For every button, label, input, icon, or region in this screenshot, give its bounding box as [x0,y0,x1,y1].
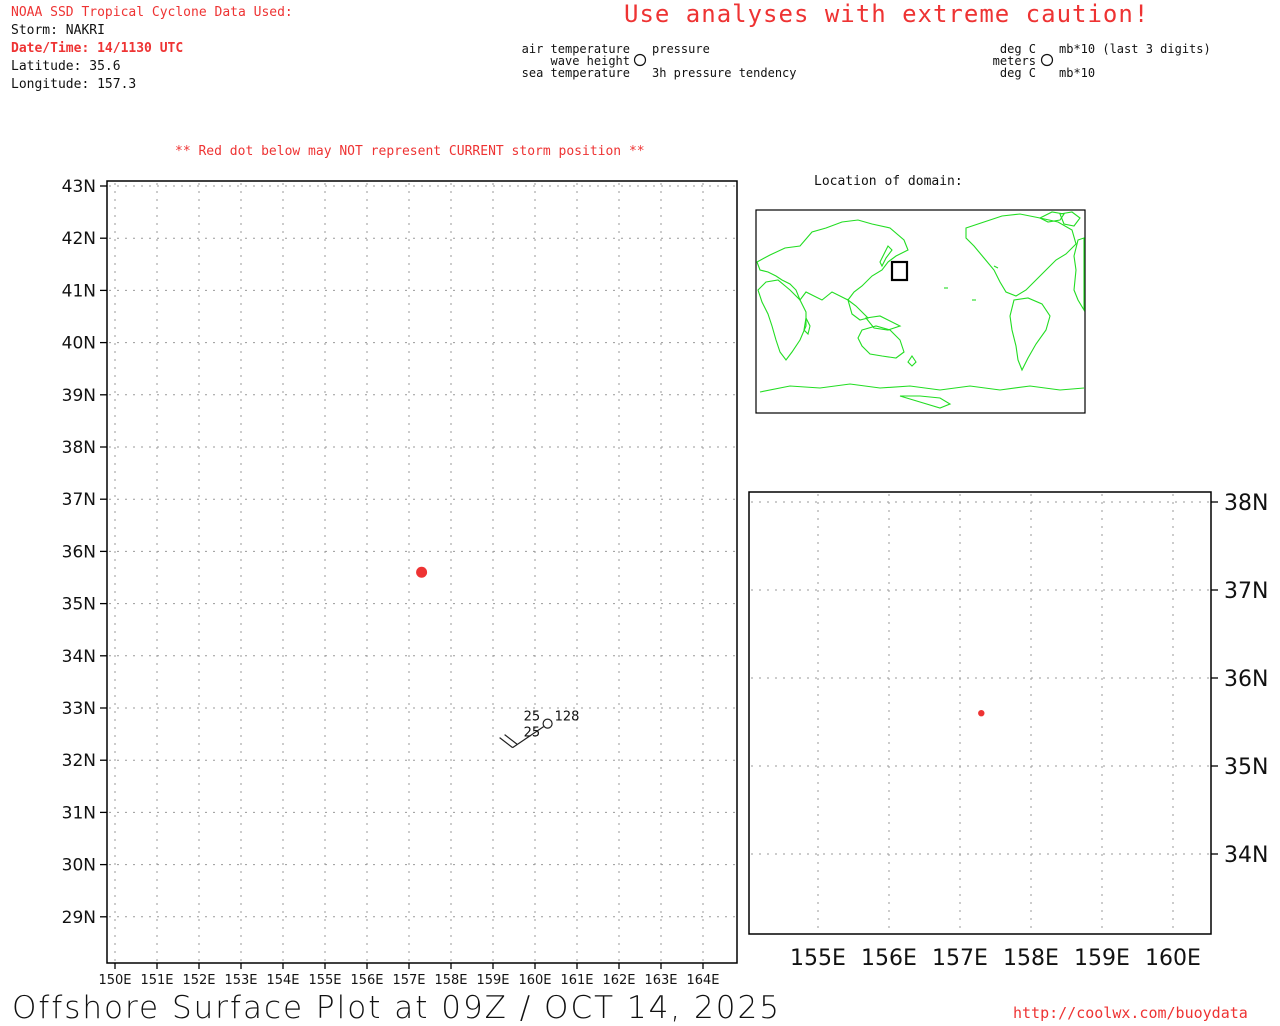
main-lat-label: 42N [62,229,96,249]
buoy-station[interactable]: 25 25 128 [499,710,580,749]
main-lat-label: 40N [62,334,96,354]
station-sea-temp: 25 [524,726,541,741]
main-lon-label: 163E [644,973,677,988]
main-lon-label: 164E [686,973,719,988]
main-lon-label: 150E [98,973,131,988]
map-canvas: 43N 42N 41N 40N 39N 38N 37N 36N 35N 34N 33N 32N 31N 3… [62,53,1268,988]
main-lon-label: 151E [140,973,173,988]
zoom-lat-label: 37N [1224,579,1268,604]
main-lon-label: 160E [518,973,551,988]
main-lon-label: 158E [434,973,467,988]
main-lat-label: 33N [62,699,96,719]
zoom-lon-label: 157E [932,946,988,971]
main-lat-label: 41N [62,281,96,301]
main-lon-label: 153E [224,973,257,988]
zoom-lon-label: 159E [1074,946,1130,971]
main-lat-label: 34N [62,647,96,667]
main-lat-label: 36N [62,542,96,562]
main-lon-label: 161E [560,973,593,988]
main-lat-label: 32N [62,751,96,771]
main-map: 43N 42N 41N 40N 39N 38N 37N 36N 35N 34N 33N 32N 31N 3… [62,177,738,988]
zoom-lon-label: 160E [1145,946,1201,971]
zoom-lon-label: 155E [790,946,846,971]
zoom-lat-label: 36N [1224,667,1268,692]
main-lon-label: 154E [266,973,299,988]
main-lat-label: 29N [62,908,96,928]
main-lat-label: 38N [62,438,96,458]
zoom-lon-label: 158E [1003,946,1059,971]
units-station-circle [1040,53,1054,67]
main-lon-label: 159E [476,973,509,988]
main-lon-label: 152E [182,973,215,988]
main-lat-label: 43N [62,177,96,197]
main-lat-label: 39N [62,386,96,406]
zoom-storm-dot[interactable] [978,710,985,717]
zoom-lon-label: 156E [861,946,917,971]
zoom-lat-label: 38N [1224,491,1268,516]
main-lat-label: 35N [62,595,96,615]
zoom-lat-label: 34N [1224,843,1268,868]
main-lon-label: 155E [308,973,341,988]
legend-station-circle [633,53,647,67]
station-pressure: 128 [555,710,580,725]
main-lon-label: 156E [350,973,383,988]
world-inset-map [755,209,1086,414]
main-lon-label: 162E [602,973,635,988]
main-lat-label: 31N [62,803,96,823]
station-air-temp: 25 [524,710,541,725]
station-circle [542,718,553,729]
main-lon-label: 157E [392,973,425,988]
zoom-lat-label: 35N [1224,755,1268,780]
main-lat-label: 37N [62,490,96,510]
main-lat-label: 30N [62,856,96,876]
zoom-map: 38N 37N 36N 35N 34N 155E 156E 157E 158E 159E 160E [748,491,1268,971]
storm-position-dot[interactable] [416,566,428,578]
